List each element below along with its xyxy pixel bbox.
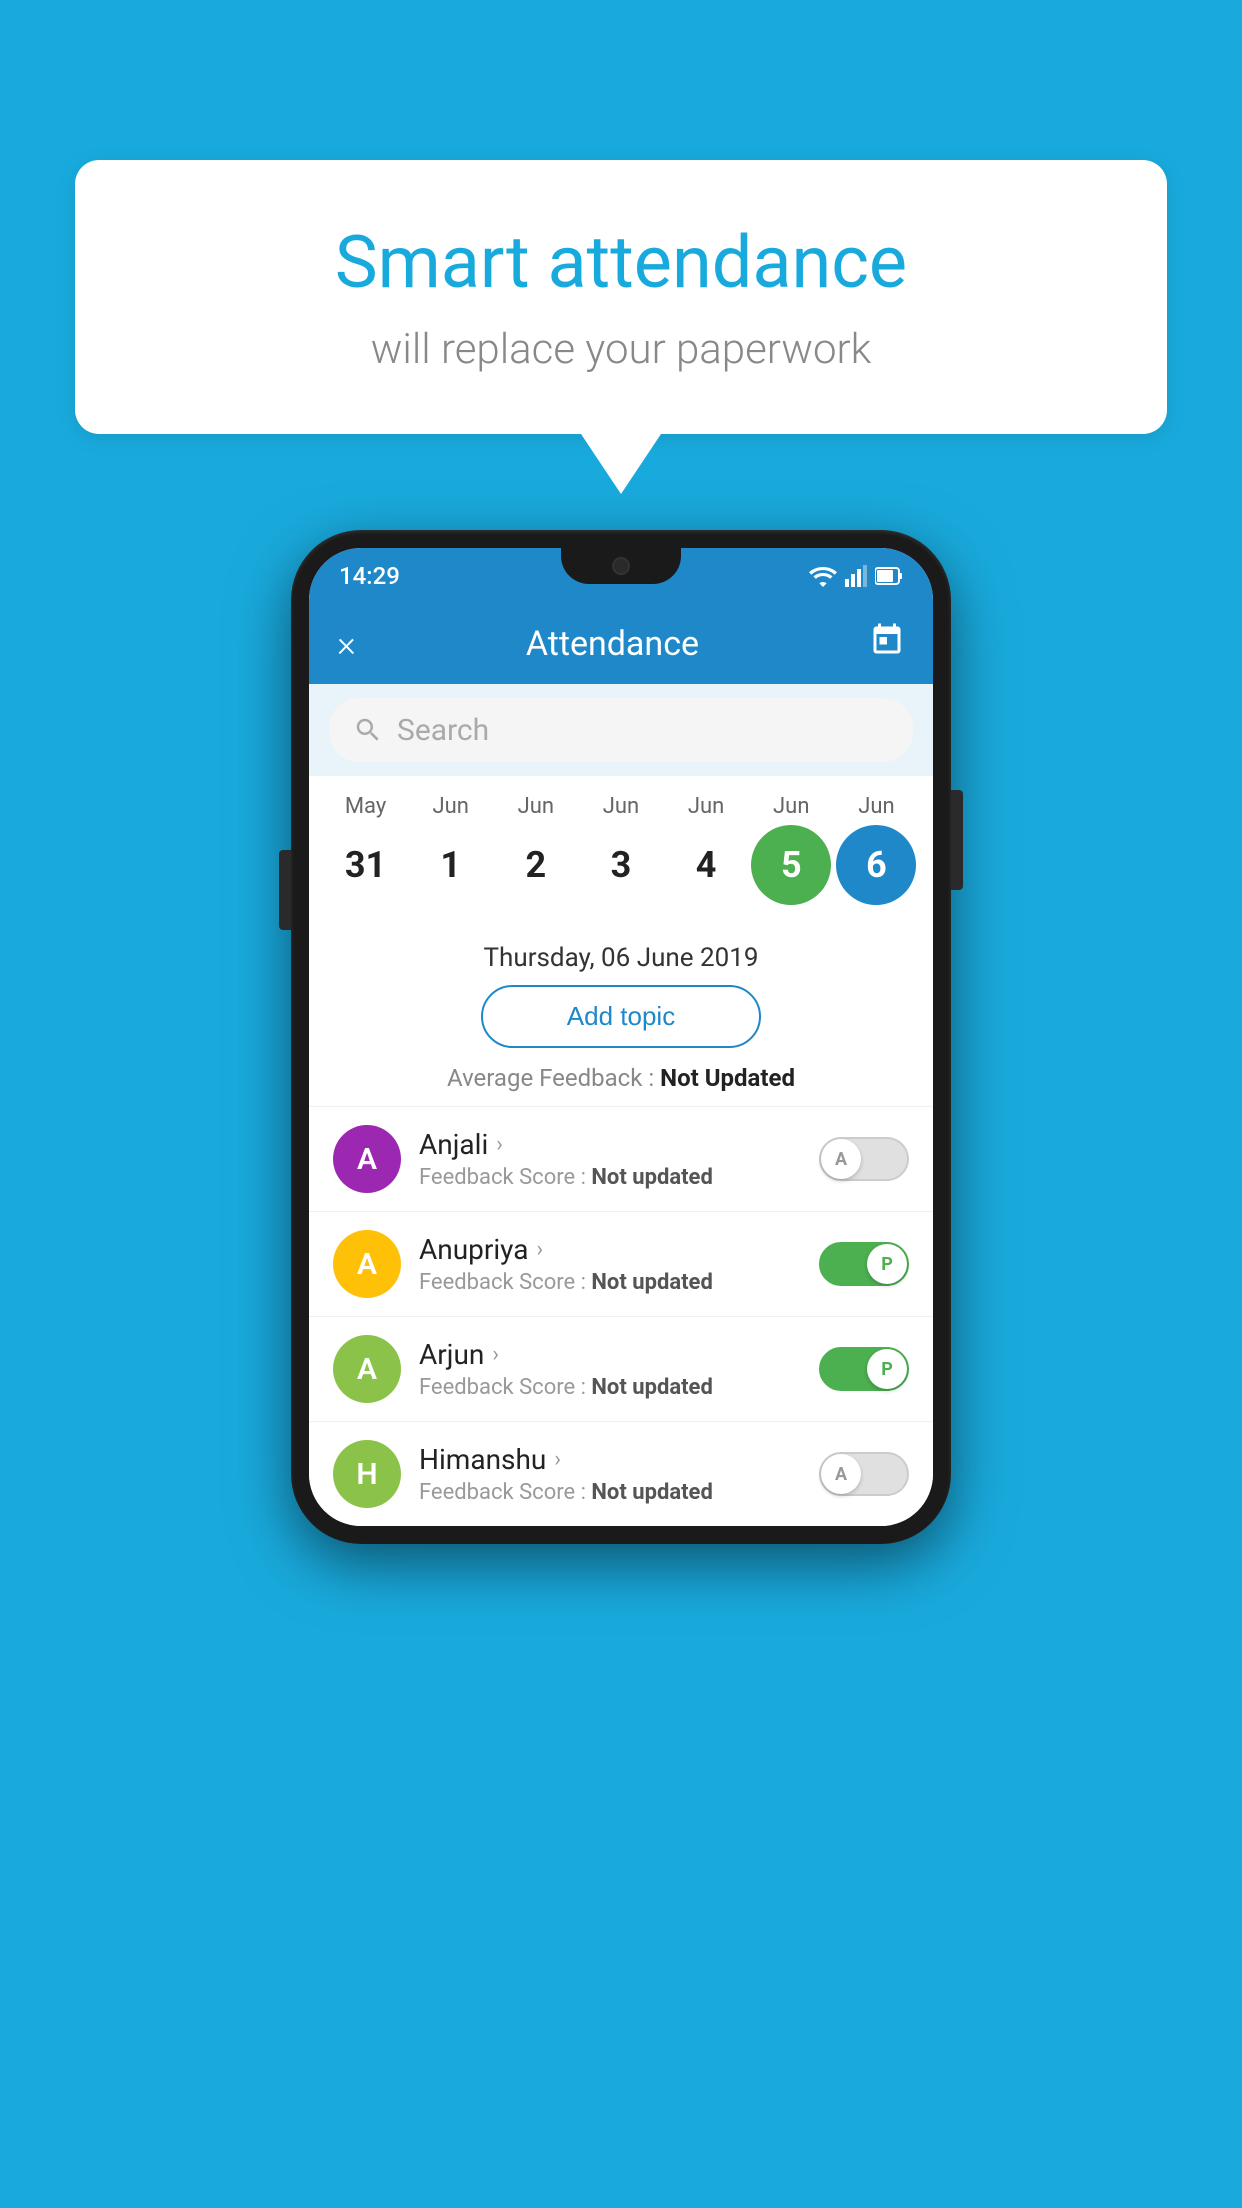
- chevron-himanshu: ›: [554, 1447, 561, 1472]
- student-item[interactable]: H Himanshu › Feedback Score : Not update…: [309, 1421, 933, 1526]
- student-name-arjun: Arjun ›: [419, 1338, 801, 1371]
- date-31[interactable]: 31: [326, 825, 406, 905]
- chevron-arjun: ›: [492, 1342, 499, 1367]
- calendar-svg: [869, 622, 905, 658]
- month-jun4: Jun: [666, 794, 746, 819]
- toggle-anupriya[interactable]: P: [819, 1242, 909, 1286]
- chevron-anjali: ›: [496, 1132, 503, 1157]
- toggle-himanshu[interactable]: A: [819, 1452, 909, 1496]
- calendar-icon[interactable]: [869, 622, 905, 666]
- month-jun3: Jun: [581, 794, 661, 819]
- chevron-anupriya: ›: [536, 1237, 543, 1262]
- page-title: Attendance: [526, 624, 699, 664]
- month-row: May Jun Jun Jun Jun Jun Jun: [309, 786, 933, 819]
- signal-icon: [845, 565, 867, 587]
- student-item[interactable]: A Anjali › Feedback Score : Not updated …: [309, 1106, 933, 1211]
- toggle-knob-himanshu: A: [821, 1454, 861, 1494]
- app-header: × Attendance: [309, 604, 933, 684]
- search-placeholder: Search: [397, 713, 489, 748]
- avatar-anupriya: A: [333, 1230, 401, 1298]
- status-bar: 14:29: [309, 548, 933, 604]
- date-5-today[interactable]: 5: [751, 825, 831, 905]
- avg-feedback-label: Average Feedback :: [447, 1064, 660, 1092]
- feedback-anupriya: Feedback Score : Not updated: [419, 1270, 801, 1295]
- notch-camera: [612, 557, 630, 575]
- toggle-knob-anjali: A: [821, 1139, 861, 1179]
- toggle-knob-arjun: P: [867, 1349, 907, 1389]
- speech-bubble-tail: [581, 434, 661, 494]
- content-area: Thursday, 06 June 2019 Add topic Average…: [309, 919, 933, 1106]
- search-icon: [353, 715, 383, 745]
- status-time: 14:29: [339, 562, 400, 590]
- phone-screen: 14:29: [309, 548, 933, 1526]
- speech-bubble: Smart attendance will replace your paper…: [75, 160, 1167, 434]
- feedback-arjun: Feedback Score : Not updated: [419, 1375, 801, 1400]
- close-button[interactable]: ×: [337, 623, 356, 665]
- month-jun1: Jun: [411, 794, 491, 819]
- date-6-selected[interactable]: 6: [836, 825, 916, 905]
- battery-icon: [875, 567, 903, 585]
- avg-feedback: Average Feedback : Not Updated: [309, 1064, 933, 1106]
- avg-feedback-value: Not Updated: [660, 1064, 795, 1092]
- speech-bubble-title: Smart attendance: [155, 220, 1087, 305]
- feedback-anjali: Feedback Score : Not updated: [419, 1165, 801, 1190]
- date-3[interactable]: 3: [581, 825, 661, 905]
- student-info-anjali: Anjali › Feedback Score : Not updated: [419, 1128, 801, 1190]
- avatar-anjali: A: [333, 1125, 401, 1193]
- selected-date-label: Thursday, 06 June 2019: [309, 933, 933, 985]
- month-jun5: Jun: [751, 794, 831, 819]
- avatar-himanshu: H: [333, 1440, 401, 1508]
- month-jun2: Jun: [496, 794, 576, 819]
- date-1[interactable]: 1: [411, 825, 491, 905]
- student-item[interactable]: A Arjun › Feedback Score : Not updated P: [309, 1316, 933, 1421]
- month-jun6: Jun: [836, 794, 916, 819]
- wifi-icon: [809, 565, 837, 587]
- phone-container: 14:29: [291, 530, 951, 1544]
- month-may: May: [326, 794, 406, 819]
- feedback-himanshu: Feedback Score : Not updated: [419, 1480, 801, 1505]
- student-info-arjun: Arjun › Feedback Score : Not updated: [419, 1338, 801, 1400]
- toggle-arjun[interactable]: P: [819, 1347, 909, 1391]
- date-4[interactable]: 4: [666, 825, 746, 905]
- notch: [561, 548, 681, 584]
- avatar-arjun: A: [333, 1335, 401, 1403]
- speech-bubble-subtitle: will replace your paperwork: [155, 325, 1087, 374]
- student-info-anupriya: Anupriya › Feedback Score : Not updated: [419, 1233, 801, 1295]
- student-info-himanshu: Himanshu › Feedback Score : Not updated: [419, 1443, 801, 1505]
- search-bar[interactable]: Search: [329, 698, 913, 762]
- phone-outer: 14:29: [291, 530, 951, 1544]
- status-icons: [809, 565, 903, 587]
- student-name-anupriya: Anupriya ›: [419, 1233, 801, 1266]
- toggle-anjali[interactable]: A: [819, 1137, 909, 1181]
- search-bar-container: Search: [309, 684, 933, 776]
- date-2[interactable]: 2: [496, 825, 576, 905]
- toggle-knob-anupriya: P: [867, 1244, 907, 1284]
- date-row: 31 1 2 3 4 5 6: [309, 819, 933, 919]
- student-list: A Anjali › Feedback Score : Not updated …: [309, 1106, 933, 1526]
- speech-bubble-container: Smart attendance will replace your paper…: [75, 160, 1167, 494]
- student-name-himanshu: Himanshu ›: [419, 1443, 801, 1476]
- calendar-row: May Jun Jun Jun Jun Jun Jun 31 1 2 3 4 5…: [309, 776, 933, 919]
- student-item[interactable]: A Anupriya › Feedback Score : Not update…: [309, 1211, 933, 1316]
- add-topic-button[interactable]: Add topic: [481, 985, 761, 1048]
- student-name-anjali: Anjali ›: [419, 1128, 801, 1161]
